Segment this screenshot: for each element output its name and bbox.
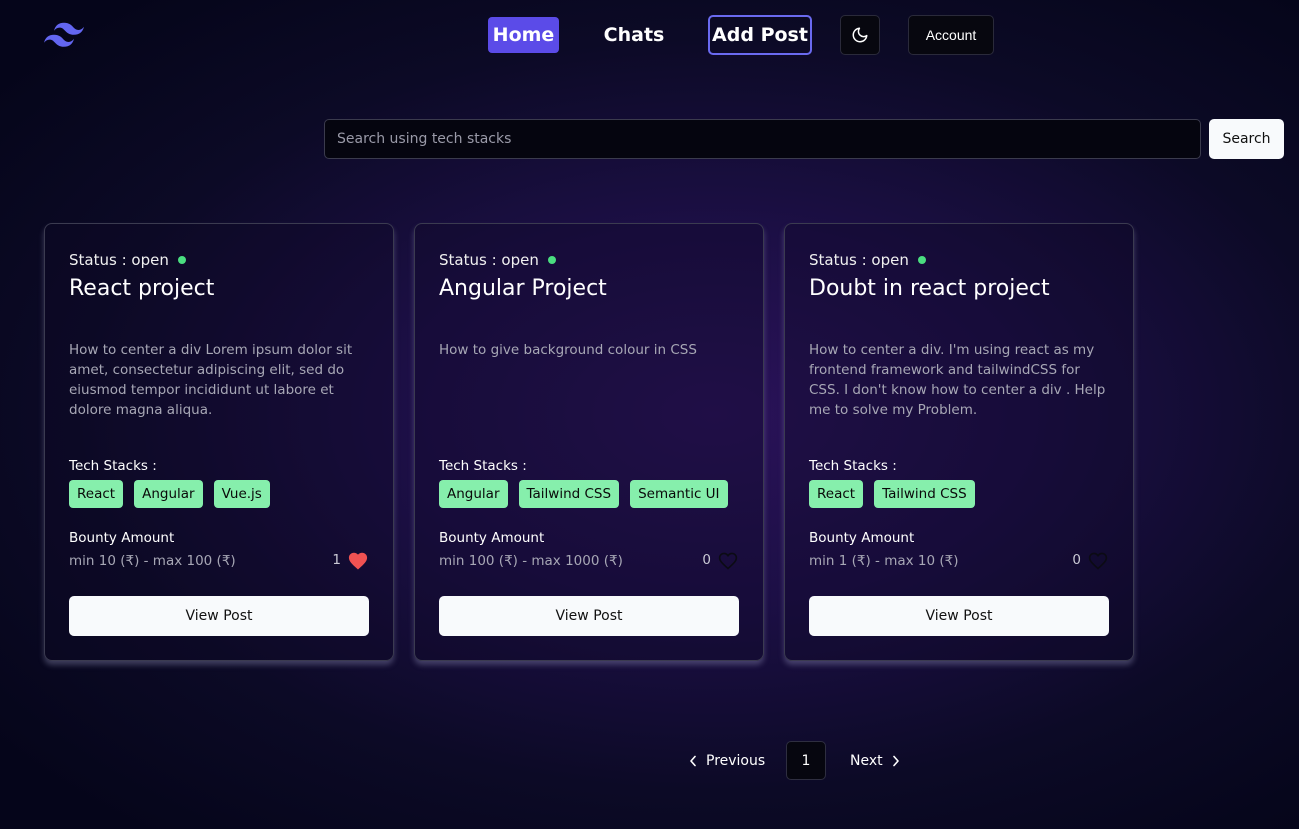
- pagination-next-link[interactable]: Next: [850, 741, 910, 780]
- status-row: Status : open: [439, 251, 556, 269]
- nav-add-post-link[interactable]: Add Post: [708, 15, 812, 55]
- tech-tag: Semantic UI: [630, 480, 728, 508]
- view-post-button[interactable]: View Post: [69, 596, 369, 636]
- tech-tag: Tailwind CSS: [518, 480, 620, 508]
- status-value: open: [131, 251, 169, 269]
- tech-tag: Tailwind CSS: [874, 480, 975, 508]
- heart-outline-icon[interactable]: [717, 550, 739, 570]
- tech-tag: Angular: [439, 480, 508, 508]
- status-row: Status : open: [69, 251, 186, 269]
- chevron-left-icon: [690, 755, 696, 766]
- status-value: open: [871, 251, 909, 269]
- post-card: Status : open Doubt in react project How…: [784, 223, 1134, 661]
- tech-tags: Angular Tailwind CSS Semantic UI: [439, 480, 728, 508]
- post-description: How to give background colour in CSS: [439, 342, 697, 358]
- top-nav: Home Chats Add Post Account: [0, 15, 1299, 55]
- pagination-previous-label: Previous: [706, 752, 766, 769]
- status-prefix: Status :: [809, 251, 872, 269]
- heart-outline-icon[interactable]: [1087, 550, 1109, 570]
- status-dot-icon: [917, 256, 926, 264]
- post-title: React project: [69, 276, 215, 301]
- tech-stacks-label: Tech Stacks :: [809, 458, 897, 474]
- post-description: How to center a div. I'm using react as …: [809, 342, 1106, 418]
- like-control: 0: [1072, 550, 1109, 570]
- heart-filled-icon[interactable]: [347, 550, 369, 570]
- view-post-button[interactable]: View Post: [439, 596, 739, 636]
- theme-toggle-button[interactable]: [840, 15, 880, 55]
- pagination-next-label: Next: [850, 752, 883, 769]
- status-prefix: Status :: [69, 251, 132, 269]
- post-card: Status : open React project How to cente…: [44, 223, 394, 661]
- tech-tags: React Angular Vue.js: [69, 480, 270, 508]
- status-value: open: [501, 251, 539, 269]
- account-button[interactable]: Account: [908, 15, 994, 55]
- tech-tag: Angular: [134, 480, 203, 508]
- pagination-current-page[interactable]: 1: [786, 741, 826, 780]
- tech-stacks-label: Tech Stacks :: [69, 458, 157, 474]
- bounty-label: Bounty Amount: [439, 530, 545, 546]
- bounty-label: Bounty Amount: [809, 530, 915, 546]
- like-count: 0: [702, 552, 711, 568]
- status-prefix: Status :: [439, 251, 502, 269]
- like-control: 0: [702, 550, 739, 570]
- moon-icon: [852, 27, 868, 43]
- pagination-previous-link[interactable]: Previous: [688, 741, 770, 780]
- bounty-range: min 10 (₹) - max 100 (₹): [69, 553, 236, 569]
- status-row: Status : open: [809, 251, 926, 269]
- status-dot-icon: [547, 256, 556, 264]
- tech-stacks-label: Tech Stacks :: [439, 458, 527, 474]
- post-title: Angular Project: [439, 276, 607, 301]
- search-input[interactable]: [324, 119, 1201, 159]
- nav-chats-link[interactable]: Chats: [600, 17, 668, 53]
- bounty-label: Bounty Amount: [69, 530, 175, 546]
- chevron-right-icon: [892, 755, 899, 766]
- tech-tag: React: [69, 480, 124, 508]
- tech-tag: Vue.js: [213, 480, 270, 508]
- tech-tag: React: [809, 480, 864, 508]
- status-dot-icon: [177, 256, 186, 264]
- bounty-range: min 100 (₹) - max 1000 (₹): [439, 553, 623, 569]
- tech-tags: React Tailwind CSS: [809, 480, 975, 508]
- view-post-button[interactable]: View Post: [809, 596, 1109, 636]
- like-control: 1: [332, 550, 369, 570]
- post-description: How to center a div Lorem ipsum dolor si…: [69, 342, 353, 418]
- like-count: 0: [1072, 552, 1081, 568]
- bounty-range: min 1 (₹) - max 10 (₹): [809, 553, 959, 569]
- nav-home-link[interactable]: Home: [488, 17, 559, 53]
- search-button[interactable]: Search: [1209, 119, 1284, 159]
- post-card: Status : open Angular Project How to giv…: [414, 223, 764, 661]
- post-title: Doubt in react project: [809, 276, 1050, 301]
- like-count: 1: [332, 552, 341, 568]
